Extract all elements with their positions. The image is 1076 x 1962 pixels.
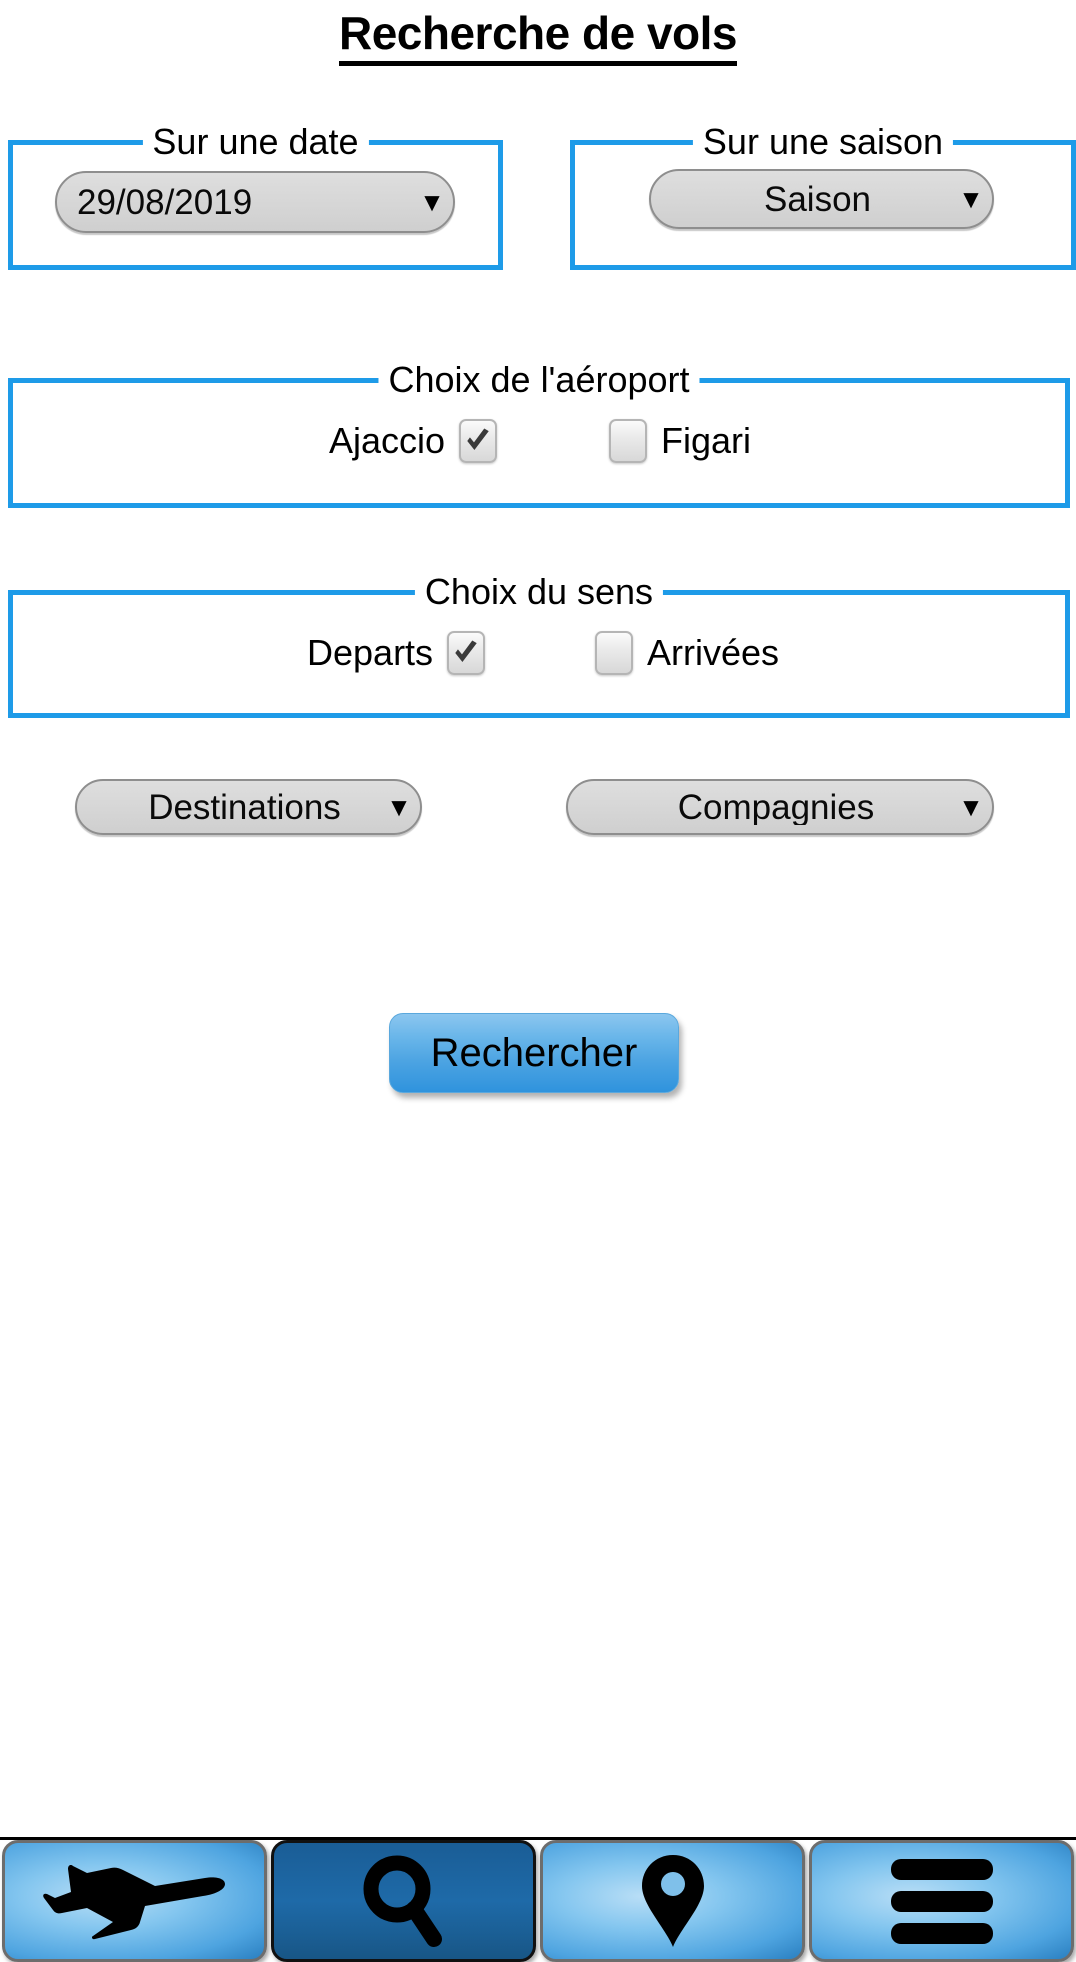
page-title-text: Recherche de vols bbox=[338, 7, 738, 66]
destinations-spinner[interactable]: Destinations ▼ bbox=[75, 779, 422, 835]
date-spinner-value: 29/08/2019 bbox=[77, 184, 253, 220]
chevron-down-icon: ▼ bbox=[386, 792, 412, 822]
search-button-label: Rechercher bbox=[430, 1030, 638, 1075]
group-airport: Choix de l'aéroport Ajaccio Figari bbox=[8, 359, 1070, 508]
group-season: Sur une saison Saison ▼ bbox=[570, 121, 1076, 270]
group-direction-legend: Choix du sens bbox=[414, 571, 664, 613]
airplane-icon bbox=[35, 1858, 235, 1944]
group-direction: Choix du sens Departs Arrivées bbox=[8, 571, 1070, 718]
hamburger-menu-icon bbox=[887, 1855, 997, 1947]
search-button[interactable]: Rechercher bbox=[389, 1013, 679, 1093]
nav-button-map[interactable] bbox=[540, 1840, 805, 1962]
location-pin-icon bbox=[638, 1853, 708, 1949]
direction-checkbox-departs[interactable] bbox=[447, 631, 486, 675]
airport-option-figari[interactable]: Figari bbox=[609, 419, 751, 463]
nav-button-menu[interactable] bbox=[809, 1840, 1074, 1962]
direction-option-departs-label: Departs bbox=[307, 632, 434, 673]
check-icon bbox=[461, 421, 495, 461]
search-icon bbox=[361, 1853, 447, 1949]
airport-option-ajaccio-label: Ajaccio bbox=[329, 420, 446, 461]
check-icon bbox=[449, 633, 483, 673]
chevron-down-icon: ▼ bbox=[419, 187, 445, 217]
companies-spinner-value: Compagnies bbox=[677, 789, 875, 825]
airport-option-figari-label: Figari bbox=[661, 420, 752, 461]
group-date: Sur une date 29/08/2019 ▼ bbox=[8, 121, 503, 270]
nav-button-search[interactable] bbox=[271, 1840, 536, 1962]
date-spinner[interactable]: 29/08/2019 ▼ bbox=[55, 171, 455, 233]
direction-checkbox-arrivees[interactable] bbox=[595, 631, 633, 675]
airport-checkbox-ajaccio[interactable] bbox=[459, 419, 498, 463]
group-airport-legend: Choix de l'aéroport bbox=[378, 359, 700, 401]
companies-spinner[interactable]: Compagnies ▼ bbox=[566, 779, 994, 835]
airport-option-ajaccio[interactable]: Ajaccio bbox=[329, 419, 498, 463]
direction-option-arrivees[interactable]: Arrivées bbox=[595, 631, 779, 675]
direction-option-departs[interactable]: Departs bbox=[307, 631, 486, 675]
nav-button-flights[interactable] bbox=[2, 1840, 267, 1962]
destinations-spinner-value: Destinations bbox=[148, 789, 341, 825]
group-season-legend: Sur une saison bbox=[692, 121, 954, 163]
season-spinner[interactable]: Saison ▼ bbox=[649, 169, 994, 229]
airport-checkbox-figari[interactable] bbox=[609, 419, 647, 463]
group-date-legend: Sur une date bbox=[142, 121, 369, 163]
direction-option-arrivees-label: Arrivées bbox=[647, 632, 780, 673]
chevron-down-icon: ▼ bbox=[958, 184, 984, 214]
bottom-navigation-bar bbox=[0, 1837, 1076, 1962]
page-title: Recherche de vols bbox=[0, 4, 1076, 66]
season-spinner-value: Saison bbox=[763, 181, 872, 217]
chevron-down-icon: ▼ bbox=[958, 792, 984, 822]
